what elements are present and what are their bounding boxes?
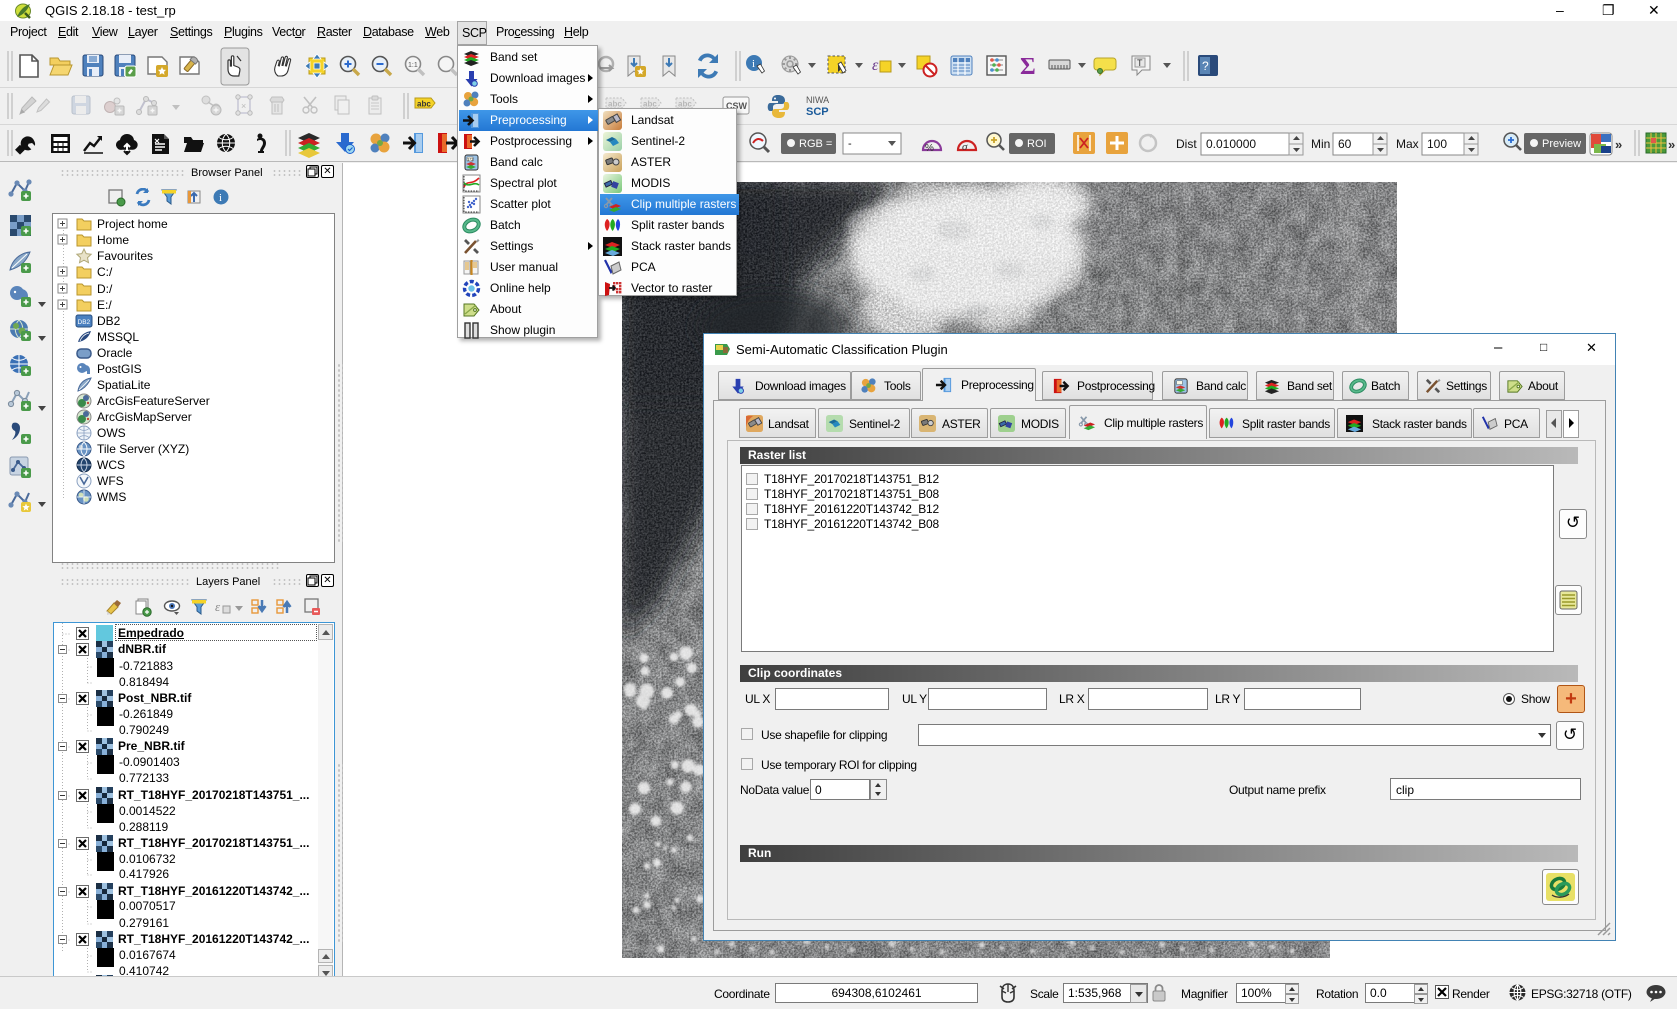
svg-text:60: 60 [1338,137,1352,151]
svg-text:ε: ε [872,57,879,74]
svg-text:Preview: Preview [1542,138,1581,150]
svg-text:100: 100 [1427,137,1447,151]
svg-text:×: × [241,101,246,111]
svg-text:σ: σ [962,141,968,153]
svg-text:i: i [752,58,755,70]
svg-text:DB2: DB2 [78,319,91,326]
svg-text:%: % [925,143,934,154]
svg-text:0.010000: 0.010000 [1206,137,1256,151]
svg-text:T: T [1137,58,1143,68]
svg-text:abc: abc [417,100,431,109]
svg-text:ε: ε [215,599,221,614]
svg-text:-: - [848,138,852,150]
svg-text:ROI: ROI [1027,138,1047,150]
svg-text:1:1: 1:1 [408,62,418,69]
svg-text:Σ: Σ [1020,54,1036,80]
svg-text:?: ? [1202,59,1209,73]
svg-text:NIWA: NIWA [806,95,829,105]
svg-text:1*2: 1*2 [467,157,474,162]
svg-text:Dist: Dist [1176,137,1197,151]
svg-text:Min: Min [1311,137,1330,151]
svg-text:RGB =: RGB = [799,138,832,150]
svg-text:»: » [1615,137,1622,152]
svg-text:»: » [1668,137,1675,152]
svg-text:Max: Max [1396,137,1419,151]
svg-text:SCP: SCP [806,106,829,118]
svg-text:i: i [219,192,222,204]
